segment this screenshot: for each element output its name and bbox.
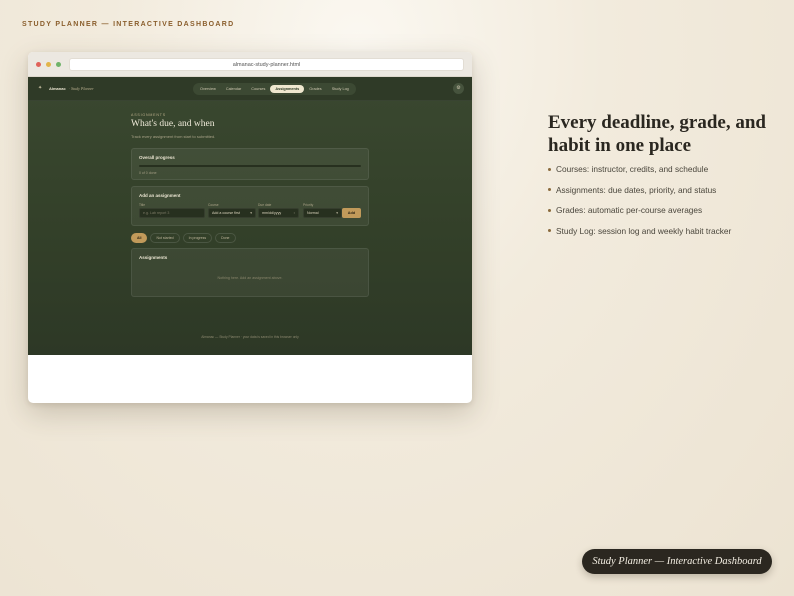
maximize-window-icon[interactable] <box>56 62 61 67</box>
title-field-label: Title <box>139 203 146 207</box>
priority-field-label: Priority <box>303 203 314 207</box>
bullet-icon <box>548 229 551 232</box>
progress-count: 0 of 0 done <box>139 171 157 175</box>
tab-assignments[interactable]: Assignments <box>270 84 305 94</box>
tab-study-log[interactable]: Study Log <box>327 85 354 94</box>
tab-overview[interactable]: Overview <box>195 85 221 94</box>
browser-toolbar: almanac-study-planner.html <box>28 52 472 77</box>
page-label: STUDY PLANNER — INTERACTIVE DASHBOARD <box>22 21 235 28</box>
browser-window: almanac-study-planner.html ✦ Almanac · S… <box>28 52 472 403</box>
tab-calendar[interactable]: Calendar <box>221 85 246 94</box>
brand-subtitle: · Study Planner <box>69 86 94 91</box>
caption-badge: Study Planner — Interactive Dashboard <box>582 549 772 574</box>
chevron-down-icon: ▾ <box>250 211 252 215</box>
filter-in-progress[interactable]: In progress <box>182 233 213 243</box>
progress-bar <box>139 165 361 167</box>
assignments-section: ASSIGNMENTS What's due, and when Track e… <box>131 113 369 297</box>
due-date-input[interactable]: mm/dd/yyyy ▫ <box>258 208 299 218</box>
course-field-label: Course <box>208 203 219 207</box>
marketing-headline: Every deadline, grade, and habit in one … <box>548 112 766 156</box>
progress-title: Overall progress <box>139 155 175 160</box>
title-input[interactable]: e.g. Lab report 3 <box>139 208 205 218</box>
feature-item: Courses: instructor, credits, and schedu… <box>548 164 731 175</box>
status-filters: All Not started In progress Done <box>131 233 369 243</box>
minimize-window-icon[interactable] <box>46 62 51 67</box>
course-select[interactable]: Add a course first ▾ <box>208 208 256 218</box>
add-assignment-button[interactable]: Add <box>342 208 361 218</box>
filter-all[interactable]: All <box>131 233 148 243</box>
main-tabs: Overview Calendar Courses Assignments Gr… <box>193 83 356 95</box>
brand-logo-icon: ✦ <box>38 85 43 91</box>
feature-item: Study Log: session log and weekly habit … <box>548 226 731 237</box>
empty-state-text: Nothing here. Add an assignment above. <box>217 276 283 280</box>
app-footer: Almanac — Study Planner · your data is s… <box>201 335 299 339</box>
app-nav-bar: ✦ Almanac · Study Planner Overview Calen… <box>28 77 472 101</box>
tab-grades[interactable]: Grades <box>304 85 326 94</box>
feature-text: Study Log: session log and weekly habit … <box>556 225 732 236</box>
add-assignment-title: Add an assignment <box>139 193 181 198</box>
priority-select-value: Normal <box>307 211 319 215</box>
assignments-list-title: Assignments <box>139 255 168 260</box>
feature-text: Grades: automatic per-course averages <box>556 205 703 215</box>
feature-text: Assignments: due dates, priority, and st… <box>556 184 717 195</box>
progress-card: Overall progress 0 of 0 done <box>131 148 369 180</box>
bullet-icon <box>548 188 551 191</box>
feature-list: Courses: instructor, credits, and schedu… <box>548 164 731 246</box>
feature-item: Grades: automatic per-course averages <box>548 205 731 216</box>
page-subtitle: Track every assignment from start to sub… <box>131 134 216 139</box>
close-window-icon[interactable] <box>36 62 41 67</box>
bullet-icon <box>548 167 551 171</box>
app-viewport: ✦ Almanac · Study Planner Overview Calen… <box>28 77 472 355</box>
section-eyebrow: ASSIGNMENTS <box>131 113 166 117</box>
brand-name[interactable]: Almanac <box>49 86 66 91</box>
add-assignment-form: Title e.g. Lab report 3 Course Add a cou… <box>139 203 361 219</box>
settings-gear-icon[interactable]: ⚙ <box>453 83 464 94</box>
tab-courses[interactable]: Courses <box>246 85 270 94</box>
due-date-value: mm/dd/yyyy <box>262 211 282 215</box>
filter-done[interactable]: Done <box>215 233 236 243</box>
filter-not-started[interactable]: Not started <box>150 233 180 243</box>
address-bar[interactable]: almanac-study-planner.html <box>69 58 464 71</box>
chevron-down-icon: ▾ <box>336 211 338 215</box>
add-assignment-card: Add an assignment Title e.g. Lab report … <box>131 186 369 226</box>
bullet-icon <box>548 208 551 212</box>
calendar-icon[interactable]: ▫ <box>294 209 295 217</box>
feature-text: Courses: instructor, credits, and schedu… <box>556 164 709 174</box>
assignments-list-card: Assignments Nothing here. Add an assignm… <box>131 248 369 297</box>
due-date-field-label: Due date <box>258 203 272 207</box>
page-title: What's due, and when <box>131 119 215 129</box>
feature-item: Assignments: due dates, priority, and st… <box>548 185 731 196</box>
priority-select[interactable]: Normal ▾ <box>303 208 342 218</box>
course-select-value: Add a course first <box>212 211 240 215</box>
